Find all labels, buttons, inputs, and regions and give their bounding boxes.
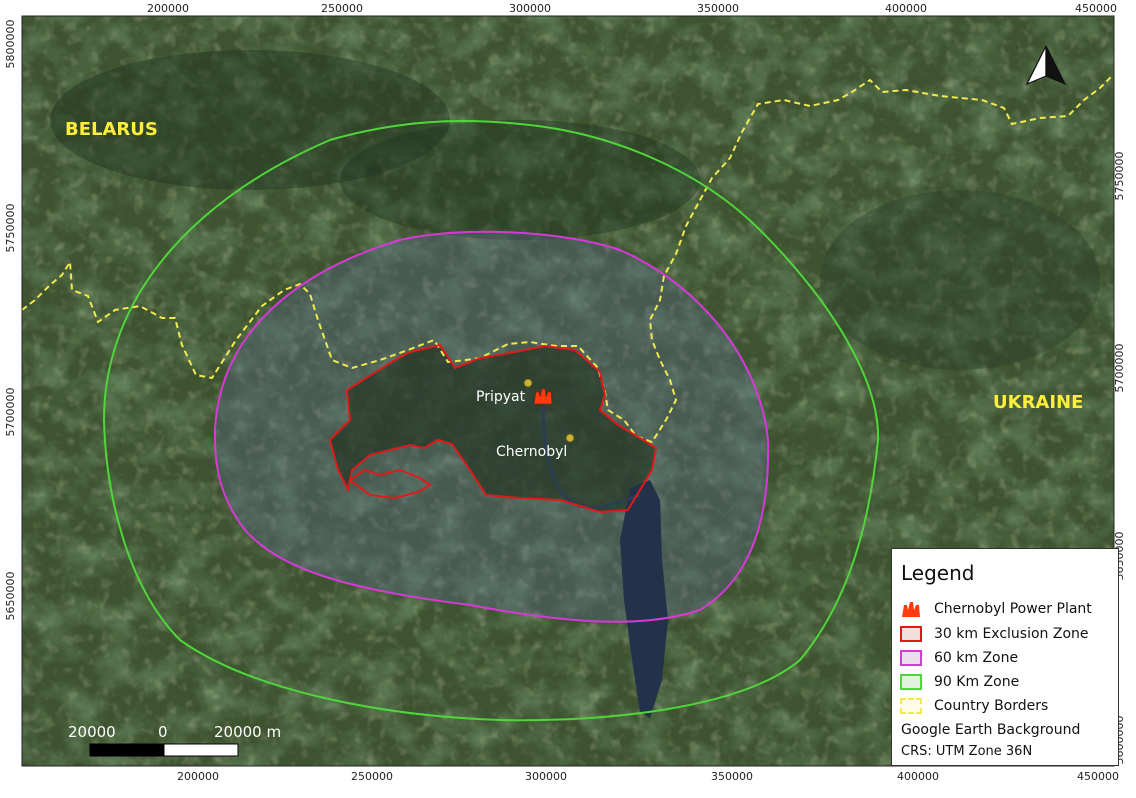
legend-swatch-90km bbox=[900, 674, 922, 690]
legend-swatch-borders bbox=[900, 698, 922, 714]
x-tick-bottom: 200000 bbox=[177, 770, 219, 783]
legend-item-30km: 30 km Exclusion Zone bbox=[900, 624, 1089, 644]
legend-label-power-plant: Chernobyl Power Plant bbox=[934, 601, 1092, 617]
x-tick-top: 300000 bbox=[509, 2, 551, 15]
x-tick-bottom: 250000 bbox=[351, 770, 393, 783]
y-tick-left: 5750000 bbox=[4, 204, 17, 253]
legend-box: Legend Chernobyl Power Plant 30 km Exclu… bbox=[891, 548, 1119, 766]
pripyat-label: Pripyat bbox=[476, 389, 526, 405]
legend-title: Legend bbox=[901, 561, 975, 585]
chernobyl-label: Chernobyl bbox=[496, 444, 567, 460]
x-tick-top: 200000 bbox=[147, 2, 189, 15]
x-tick-bottom: 350000 bbox=[711, 770, 753, 783]
legend-swatch-30km bbox=[900, 626, 922, 642]
ukraine-label: UKRAINE bbox=[993, 392, 1083, 413]
x-tick-bottom: 400000 bbox=[897, 770, 939, 783]
legend-item-60km: 60 km Zone bbox=[900, 648, 1018, 668]
y-tick-left: 5650000 bbox=[4, 572, 17, 621]
x-tick-bottom: 450000 bbox=[1077, 770, 1119, 783]
legend-swatch-60km bbox=[900, 650, 922, 666]
y-tick-right: 5750000 bbox=[1113, 152, 1126, 201]
legend-item-borders: Country Borders bbox=[900, 696, 1048, 716]
belarus-label: BELARUS bbox=[65, 119, 158, 140]
x-tick-bottom: 300000 bbox=[525, 770, 567, 783]
y-tick-left: 5700000 bbox=[4, 388, 17, 437]
legend-crs: CRS: UTM Zone 36N bbox=[901, 744, 1033, 759]
top-axis: 200000 250000 300000 350000 400000 45000… bbox=[147, 2, 1117, 15]
scale-label-center: 0 bbox=[158, 723, 168, 741]
legend-item-90km: 90 Km Zone bbox=[900, 672, 1019, 692]
chernobyl-marker[interactable] bbox=[565, 433, 575, 443]
legend-item-power-plant: Chernobyl Power Plant bbox=[900, 599, 1092, 619]
legend-background-note: Google Earth Background bbox=[901, 722, 1081, 738]
left-axis: 5800000 5750000 5700000 5650000 bbox=[4, 20, 17, 621]
x-tick-top: 450000 bbox=[1075, 2, 1117, 15]
y-tick-left: 5800000 bbox=[4, 20, 17, 69]
legend-label-60km: 60 km Zone bbox=[934, 650, 1019, 666]
x-tick-top: 400000 bbox=[885, 2, 927, 15]
x-tick-top: 350000 bbox=[697, 2, 739, 15]
scale-label-left: 20000 bbox=[68, 723, 116, 741]
pripyat-marker[interactable] bbox=[523, 378, 533, 388]
legend-label-30km: 30 km Exclusion Zone bbox=[934, 626, 1089, 642]
legend-label-90km: 90 Km Zone bbox=[934, 674, 1020, 690]
y-tick-right: 5700000 bbox=[1113, 344, 1126, 393]
power-plant-icon bbox=[900, 601, 922, 617]
scale-label-right: 20000 m bbox=[214, 723, 281, 741]
legend-label-borders: Country Borders bbox=[934, 698, 1049, 714]
x-tick-top: 250000 bbox=[321, 2, 363, 15]
bottom-axis: 200000 250000 300000 350000 400000 45000… bbox=[177, 770, 1119, 783]
